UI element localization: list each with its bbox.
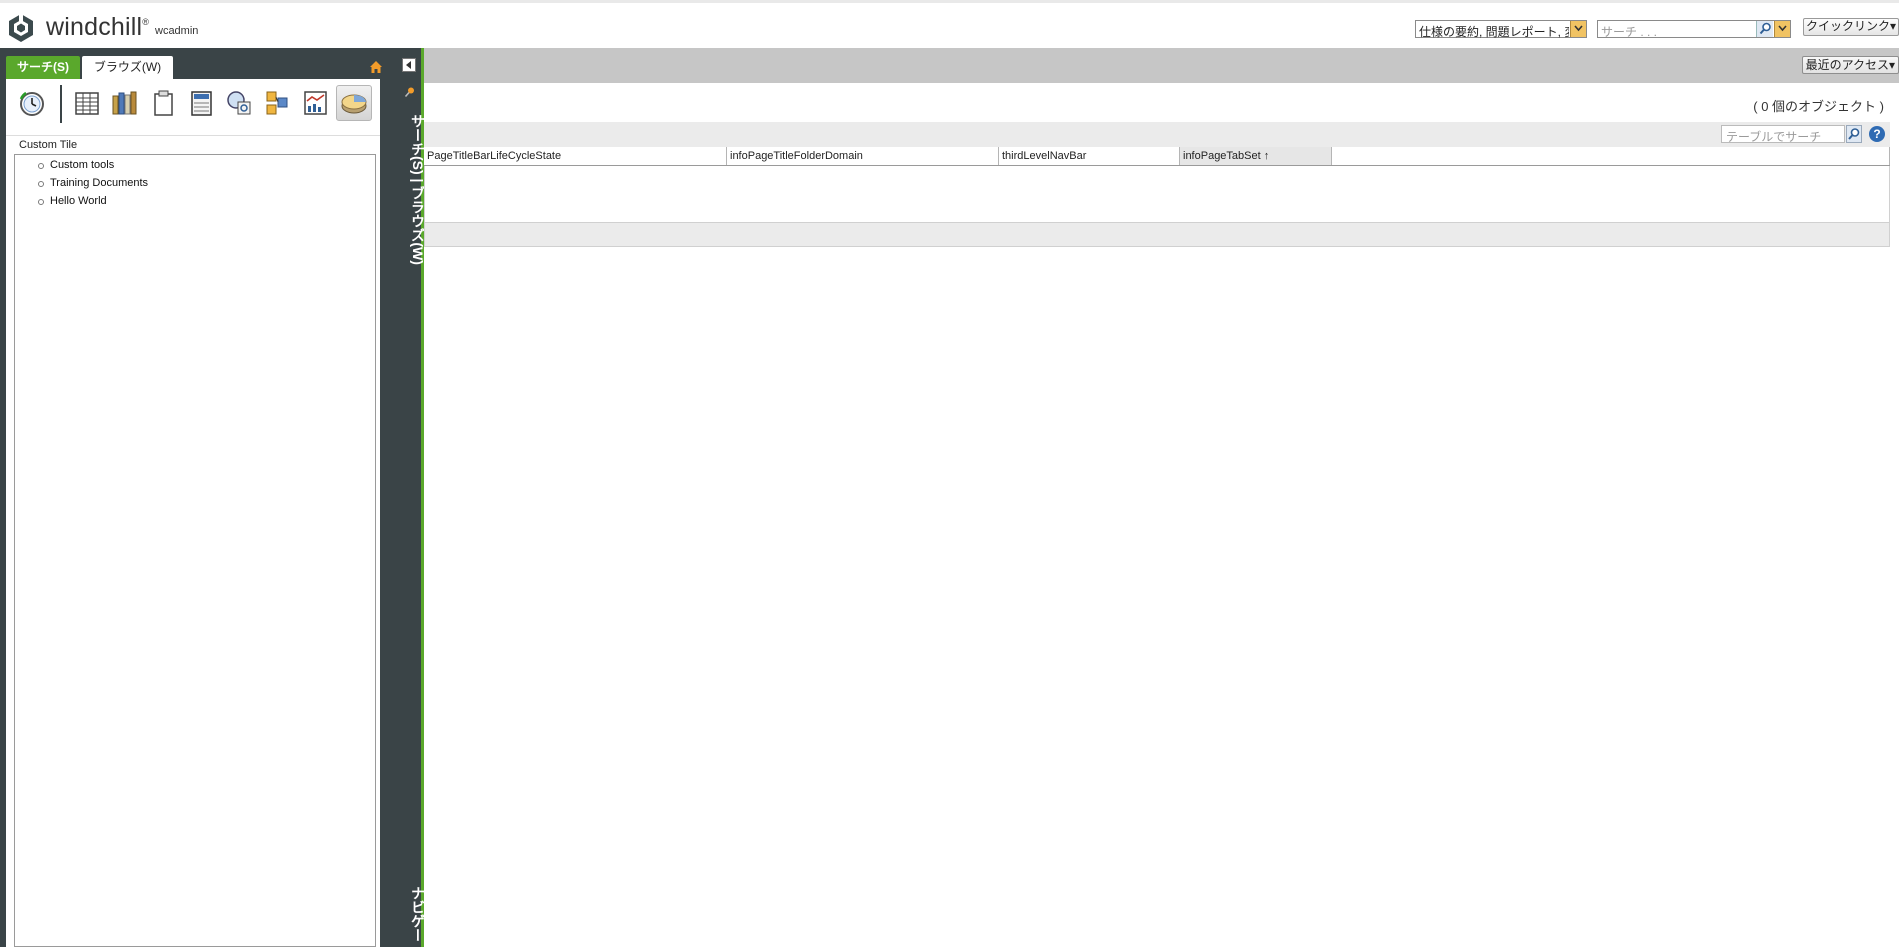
quick-links-menu[interactable]: クイックリンク▾ <box>1802 18 1899 36</box>
search-icon[interactable] <box>1756 21 1773 37</box>
table-search-placeholder: テーブルでサーチ <box>1726 130 1822 144</box>
table-header-row: PageTitleBarLifeCycleState infoPageTitle… <box>424 147 1890 166</box>
chevron-left-icon <box>406 61 411 69</box>
column-header-tab-set[interactable]: infoPageTabSet ↑ <box>1180 147 1332 165</box>
chevron-down-icon[interactable] <box>1774 21 1790 37</box>
object-count: ( 0 個のオブジェクト ) <box>1753 99 1884 114</box>
library-books-icon[interactable] <box>108 87 140 119</box>
table-toolbar: テーブルでサーチ ? <box>424 122 1890 148</box>
custom-tile-title: Custom Tile <box>19 139 78 151</box>
collapse-navigator-button[interactable] <box>402 58 416 72</box>
top-header: windchill® wcadmin 仕様の要約, 問題レポート, 変 サーチ … <box>0 0 1899 48</box>
column-header-empty <box>1332 147 1890 165</box>
search-pin-icon[interactable] <box>404 86 416 98</box>
column-header-folder-domain[interactable]: infoPageTitleFolderDomain <box>727 147 999 165</box>
current-user: wcadmin <box>155 25 199 37</box>
search-icon[interactable] <box>1846 125 1862 143</box>
table-footer <box>424 222 1890 247</box>
column-header-lifecycle-state[interactable]: PageTitleBarLifeCycleState <box>424 147 727 165</box>
navigator-toolbar <box>6 79 380 136</box>
tile-item-hello-world[interactable]: Hello World <box>38 195 107 207</box>
home-icon[interactable] <box>369 60 383 74</box>
disk-pie-icon <box>341 94 367 114</box>
custom-tile-button[interactable] <box>336 85 372 121</box>
main-toolbar: 最近のアクセス▾ <box>424 48 1899 83</box>
tab-browse[interactable]: ブラウズ(W) <box>82 56 173 79</box>
report-chart-icon[interactable] <box>299 87 331 119</box>
windchill-logo-icon[interactable] <box>6 13 36 43</box>
tile-item-training-documents[interactable]: Training Documents <box>37 177 148 189</box>
global-search-field[interactable]: サーチ . . . <box>1597 20 1791 40</box>
column-header-third-level-nav[interactable]: thirdLevelNavBar <box>999 147 1180 165</box>
results-table: テーブルでサーチ ? PageTitleBarLifeCycleState in… <box>424 122 1890 248</box>
strip-label-navigator: ナビゲー <box>410 886 426 942</box>
clipboard-icon[interactable] <box>147 87 179 119</box>
browse-panel: Custom Tile Custom tools Training Docume… <box>6 79 380 947</box>
navigator-panel: サーチ(S) ブラウズ(W) Custom Tile Custom tools … <box>0 48 386 947</box>
search-type-select[interactable]: 仕様の要約, 問題レポート, 変 <box>1415 20 1587 39</box>
tab-search[interactable]: サーチ(S) <box>6 56 80 79</box>
toolbar-divider <box>60 85 62 123</box>
recent-access-menu[interactable]: 最近のアクセス▾ <box>1801 56 1899 74</box>
search-type-value: 仕様の要約, 問題レポート, 変 <box>1419 25 1569 39</box>
custom-tile-tree: Custom tools Training Documents Hello Wo… <box>14 154 376 947</box>
chevron-down-icon[interactable] <box>1570 21 1586 37</box>
tile-item-custom-tools[interactable]: Custom tools <box>37 159 114 171</box>
navigator-collapsed-strip[interactable]: サーチ(S) | ブラウズ(W) ナビゲー <box>386 48 426 947</box>
calculator-icon[interactable] <box>185 87 217 119</box>
search-globe-icon[interactable] <box>223 87 255 119</box>
search-input[interactable]: サーチ . . . <box>1601 23 1657 40</box>
help-icon[interactable]: ? <box>1868 125 1886 143</box>
recent-clock-icon[interactable] <box>16 87 48 119</box>
brand-name: windchill® <box>46 13 150 41</box>
table-icon[interactable] <box>70 87 102 119</box>
svg-text:?: ? <box>1873 127 1880 141</box>
folder-structure-icon[interactable] <box>261 87 293 119</box>
table-body <box>424 166 1890 223</box>
table-search-input[interactable]: テーブルでサーチ <box>1721 125 1845 144</box>
